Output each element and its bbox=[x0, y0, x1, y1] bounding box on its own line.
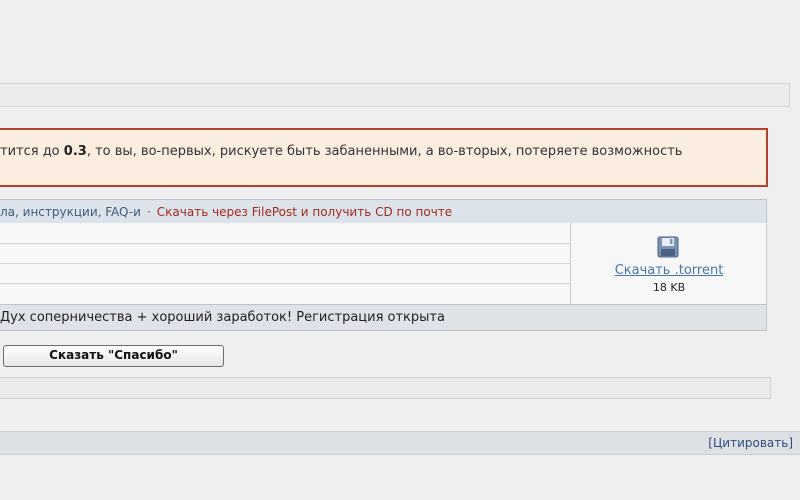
filepost-link[interactable]: Скачать через FilePost и получить CD по … bbox=[157, 205, 452, 219]
links-bar: ла, инструкции, FAQ-и · Скачать через File… bbox=[0, 199, 767, 224]
download-torrent-link[interactable]: Скачать .torrent bbox=[571, 263, 767, 278]
row-divider bbox=[0, 243, 571, 244]
warning-suffix: , то вы, во-первых, рискуете быть забане… bbox=[86, 144, 683, 159]
row-divider bbox=[0, 263, 571, 264]
top-bar bbox=[0, 83, 790, 107]
help-link[interactable]: ла, инструкции, FAQ-и bbox=[0, 205, 141, 219]
warning-prefix: тится до bbox=[0, 144, 64, 159]
caption-bar: Дух соперничества + хороший заработок! Р… bbox=[0, 304, 767, 331]
quote-link[interactable]: [Цитировать] bbox=[708, 436, 793, 450]
row-divider bbox=[0, 283, 571, 284]
warning-ratio-value: 0.3 bbox=[63, 144, 87, 159]
say-thanks-button[interactable]: Сказать "Спасибо" bbox=[3, 345, 224, 367]
ratio-warning-box: тится до 0.3, то вы, во-первых, рискуете… bbox=[0, 128, 768, 187]
download-cell: Скачать .torrent 18 KB bbox=[571, 223, 767, 304]
separator: · bbox=[146, 205, 151, 219]
caption-text: Дух соперничества + хороший заработок! Р… bbox=[0, 310, 445, 325]
post-footer: [Цитировать] bbox=[0, 431, 800, 455]
warning-text: тится до 0.3, то вы, во-первых, рискуете… bbox=[0, 144, 682, 159]
floppy-disk-icon[interactable] bbox=[657, 236, 679, 258]
info-rows bbox=[0, 223, 571, 304]
empty-bar bbox=[0, 377, 771, 399]
torrent-size: 18 KB bbox=[652, 281, 686, 294]
